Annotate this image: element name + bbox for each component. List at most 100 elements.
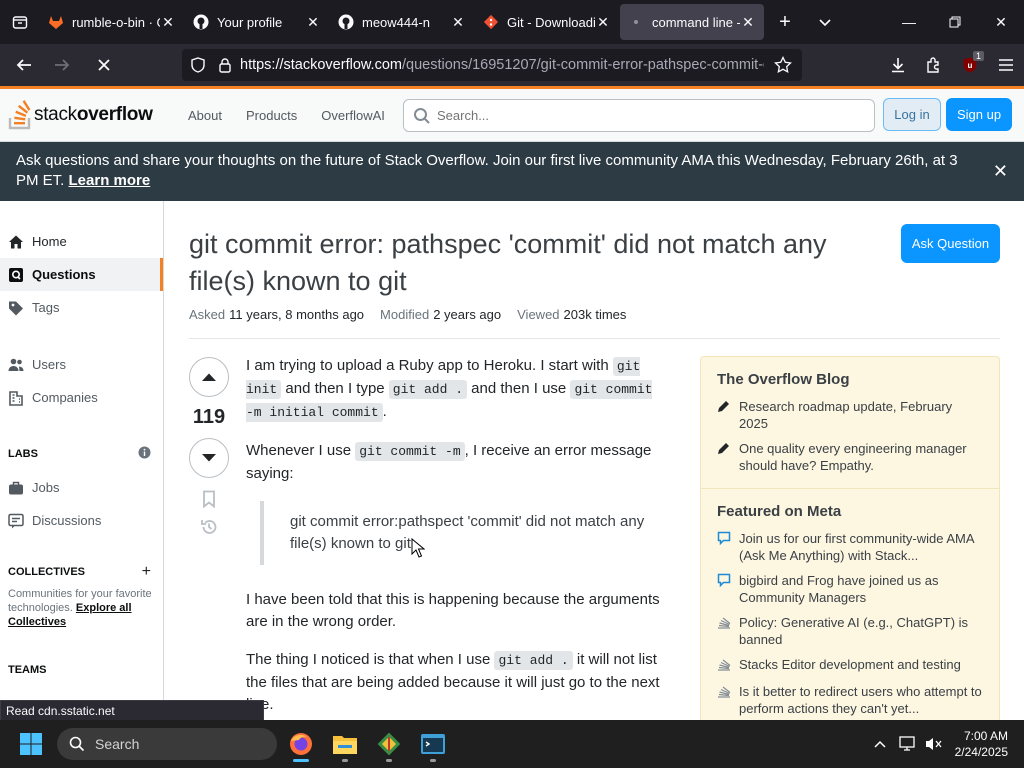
collectives-section-header: COLLECTIVES + <box>0 557 163 587</box>
padlock-icon[interactable] <box>218 57 232 73</box>
meta-item[interactable]: Stacks Editor development and testing <box>701 652 999 679</box>
terminal-taskbar-icon[interactable] <box>415 726 451 762</box>
close-banner-icon[interactable]: ✕ <box>993 161 1008 181</box>
meta-heading: Featured on Meta <box>717 503 842 520</box>
sidebar-item-users[interactable]: Users <box>0 348 163 381</box>
text-span: Whenever I use <box>246 442 356 459</box>
browser-tab-gitlab[interactable]: rumble-o-bin · G ✕ <box>40 4 184 40</box>
logo-word-plain: stack <box>34 104 77 125</box>
github-icon <box>193 14 209 30</box>
sidebar-item-discussions[interactable]: Discussions <box>0 504 163 537</box>
blog-item-label: One quality every engineering manager sh… <box>739 441 967 473</box>
extensions-puzzle-icon[interactable] <box>916 47 952 83</box>
close-tab-icon[interactable]: ✕ <box>740 14 756 31</box>
downloads-icon[interactable] <box>880 47 916 83</box>
network-display-icon[interactable] <box>895 736 921 752</box>
forward-arrow-icon[interactable] <box>44 47 80 83</box>
sidebar-item-tags[interactable]: Tags <box>0 291 163 324</box>
windows-start-icon[interactable] <box>19 732 43 761</box>
sidebar-item-label: Tags <box>32 300 60 315</box>
sidebar-item-jobs[interactable]: Jobs <box>0 471 163 504</box>
chat-bubble-icon <box>717 573 731 606</box>
info-icon[interactable] <box>138 446 151 462</box>
stackoverflow-logo[interactable]: stackoverflow <box>8 100 160 130</box>
close-tab-icon[interactable]: ✕ <box>305 14 321 31</box>
git-gui-taskbar-icon[interactable] <box>371 726 407 762</box>
show-hidden-icons-chevron-icon[interactable] <box>865 740 895 748</box>
upvote-button[interactable] <box>189 357 229 397</box>
modified-value[interactable]: 2 years ago <box>433 307 501 322</box>
search-icon <box>69 736 85 752</box>
plus-icon[interactable]: + <box>142 563 151 581</box>
post-paragraph: I have been told that this is happening … <box>246 591 660 630</box>
browser-tab-stackoverflow[interactable]: command line - ✕ <box>620 4 764 40</box>
history-icon[interactable] <box>189 518 229 536</box>
browser-status-bar: Read cdn.sstatic.net <box>0 700 264 721</box>
browser-tab-strip: rumble-o-bin · G ✕ Your profile ✕ meow44… <box>0 0 1024 44</box>
nav-products[interactable]: Products <box>234 108 309 123</box>
blog-item[interactable]: One quality every engineering manager sh… <box>701 436 999 478</box>
back-arrow-icon[interactable] <box>6 47 42 83</box>
stack-icon <box>717 684 731 717</box>
site-search[interactable] <box>403 99 875 132</box>
ublock-extension-icon[interactable]: u 1 <box>952 47 988 83</box>
stop-loading-icon[interactable] <box>86 47 122 83</box>
browser-tab-github-profile[interactable]: Your profile ✕ <box>185 4 329 40</box>
meta-item[interactable]: Policy: Generative AI (e.g., ChatGPT) is… <box>701 610 999 652</box>
minimize-window-icon[interactable]: — <box>886 0 932 44</box>
banner-learn-more-link[interactable]: Learn more <box>69 172 151 189</box>
meta-item[interactable]: bigbird and Frog have joined us as Commu… <box>701 568 999 610</box>
active-indicator <box>293 759 309 762</box>
url-text: https://stackoverflow.com/questions/1695… <box>240 57 764 73</box>
maximize-window-icon[interactable] <box>932 0 978 44</box>
meta-item[interactable]: Join us for our first community-wide AMA… <box>701 526 999 568</box>
url-path: /questions/16951207/git-commit-error-pat… <box>401 57 764 73</box>
bookmark-star-icon[interactable] <box>774 56 792 74</box>
nav-about[interactable]: About <box>176 108 234 123</box>
firefox-taskbar-icon[interactable] <box>283 726 319 762</box>
sidebar-item-label: Jobs <box>32 480 60 495</box>
browser-tab-git-download[interactable]: Git - Downloadin ✕ <box>475 4 619 40</box>
list-all-tabs-chevron-icon[interactable] <box>805 4 845 40</box>
signup-button[interactable]: Sign up <box>946 98 1012 131</box>
sidebar-item-companies[interactable]: Companies <box>0 381 163 414</box>
logo-word-bold: overflow <box>76 104 153 125</box>
ask-question-button[interactable]: Ask Question <box>901 224 1000 263</box>
downvote-button[interactable] <box>189 438 229 478</box>
post-paragraph: The thing I noticed is that when I use g… <box>246 649 666 716</box>
meta-item[interactable]: Is it better to redirect users who attem… <box>701 679 999 721</box>
viewed-meta: Viewed 203k times <box>517 307 626 322</box>
tab-title: rumble-o-bin · G <box>72 14 160 30</box>
hamburger-menu-icon[interactable] <box>988 47 1024 83</box>
tab-overview-icon[interactable] <box>0 0 40 44</box>
sidebar-item-questions[interactable]: Questions <box>0 258 163 291</box>
question-body: I am trying to upload a Ruby app to Hero… <box>246 355 666 732</box>
browser-tab-github-repo[interactable]: meow444-n ✕ <box>330 4 474 40</box>
close-tab-icon[interactable]: ✕ <box>160 14 176 31</box>
blog-item[interactable]: Research roadmap update, February 2025 <box>701 394 999 436</box>
banner-text: Ask questions and share your thoughts on… <box>16 152 958 189</box>
search-input[interactable] <box>437 108 874 123</box>
close-tab-icon[interactable]: ✕ <box>595 14 611 31</box>
close-window-icon[interactable]: ✕ <box>978 0 1024 44</box>
file-explorer-taskbar-icon[interactable] <box>327 726 363 762</box>
windows-taskbar: Search 7:00 AM 2/24/2025 <box>0 720 1024 768</box>
taskbar-search-box[interactable]: Search <box>57 728 277 760</box>
question-title[interactable]: git commit error: pathspec 'commit' did … <box>189 226 869 300</box>
clock-time: 7:00 AM <box>963 729 1008 743</box>
login-button[interactable]: Log in <box>883 98 941 131</box>
running-indicator <box>342 759 348 762</box>
collectives-heading: COLLECTIVES <box>8 566 86 578</box>
address-bar[interactable]: https://stackoverflow.com/questions/1695… <box>182 49 802 81</box>
close-tab-icon[interactable]: ✕ <box>450 14 466 31</box>
running-indicator <box>430 759 436 762</box>
text-span: and then I use <box>467 380 571 397</box>
system-clock[interactable]: 7:00 AM 2/24/2025 <box>955 728 1008 760</box>
inline-code: git commit -m <box>355 442 465 461</box>
nav-overflowai[interactable]: OverflowAI <box>309 108 397 123</box>
bookmark-icon[interactable] <box>189 490 229 508</box>
new-tab-plus-icon[interactable]: + <box>765 4 805 40</box>
tracking-protection-shield-icon[interactable] <box>190 57 206 73</box>
sidebar-item-home[interactable]: Home <box>0 225 163 258</box>
volume-muted-icon[interactable] <box>921 736 947 752</box>
